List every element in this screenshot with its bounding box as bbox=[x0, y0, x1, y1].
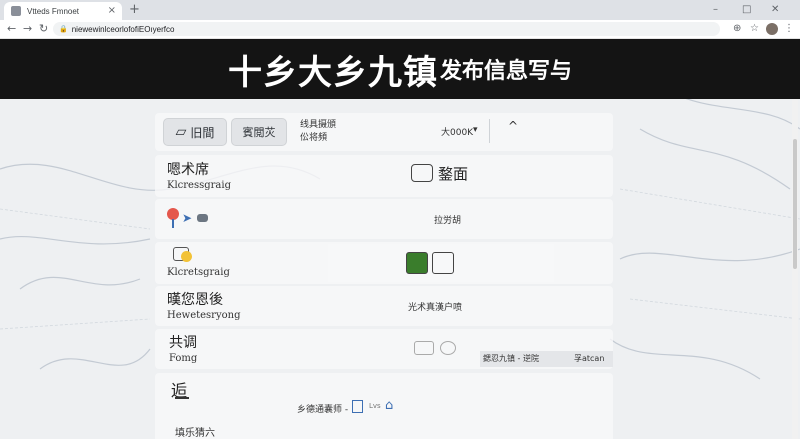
item-title: 暵您恩後 bbox=[167, 292, 223, 308]
scrollbar-track[interactable] bbox=[792, 99, 798, 439]
list-item[interactable]: 共调 Fomg 鍶忍九镇 - 逆院 孚atcan bbox=[155, 329, 613, 369]
item-action-label[interactable]: 鍪面 bbox=[438, 163, 468, 184]
document-icon bbox=[352, 400, 363, 413]
new-tab-button[interactable]: + bbox=[129, 2, 140, 18]
item-tag: Lvs bbox=[369, 402, 381, 410]
browser-tab[interactable]: Vtteds Fmnoet × bbox=[4, 2, 122, 20]
minimize-button[interactable]: – bbox=[713, 2, 718, 18]
item-subtitle: Fomg bbox=[169, 353, 198, 364]
message-icon bbox=[414, 341, 434, 355]
bookmark-star-icon[interactable]: ☆ bbox=[750, 21, 759, 37]
back-icon[interactable]: ← bbox=[7, 21, 16, 37]
chat-icon bbox=[440, 341, 456, 355]
item-center-text: 拉労胡 bbox=[434, 216, 462, 226]
address-bar[interactable]: 🔒 niewewinlceorlofofiEOıyerfco bbox=[53, 22, 720, 36]
list-item[interactable]: 嗯术席 Klcressgraig 鍪面 bbox=[155, 155, 613, 197]
url-text: niewewinlceorlofofiEOıyerfco bbox=[71, 24, 175, 34]
item-text: 乡德通囊师 - bbox=[297, 405, 349, 415]
scrollbar-thumb[interactable] bbox=[793, 139, 797, 269]
list-item[interactable]: Klcretsgraig bbox=[155, 242, 613, 284]
coin-icon bbox=[181, 251, 192, 262]
tab-close-icon[interactable]: × bbox=[108, 5, 116, 16]
reload-icon[interactable]: ↻ bbox=[39, 21, 48, 37]
profile-avatar[interactable] bbox=[766, 23, 778, 35]
pin-stem bbox=[172, 219, 174, 228]
title-banner: 十乡大乡九镇 发布信息写与 bbox=[0, 39, 800, 99]
menu-kebab-icon[interactable]: ⋮ bbox=[784, 21, 794, 37]
list-item[interactable]: ➤ 拉労胡 bbox=[155, 199, 613, 239]
item-footer: 填乐猜六 bbox=[175, 428, 215, 439]
close-window-button[interactable]: ✕ bbox=[771, 2, 779, 18]
tab-title: Vtteds Fmnoet bbox=[27, 6, 80, 16]
banner-title-large: 十乡大乡九镇 bbox=[227, 52, 438, 93]
restore-button[interactable]: □ bbox=[742, 2, 751, 18]
browser-tab-bar: Vtteds Fmnoet × + – □ ✕ bbox=[0, 0, 800, 20]
item-subtitle: Hewetesryong bbox=[167, 310, 241, 321]
extension-icon[interactable]: ⊕ bbox=[733, 21, 741, 37]
banner-title-small: 发布信息写与 bbox=[439, 59, 572, 84]
item-title: 嗯术席 bbox=[167, 162, 209, 178]
chevron-down-icon[interactable]: ▾ bbox=[473, 125, 478, 135]
view-button-label: 賓閲苂 bbox=[242, 126, 276, 139]
item-subtitle: Klcressgraig bbox=[167, 180, 231, 191]
forward-icon[interactable]: → bbox=[23, 21, 32, 37]
toolbar-row: ▱ 旧間 賓閲苂 线具摄頒 伀将頻 大000K ▾ ^ bbox=[155, 113, 613, 151]
stroke-decoration bbox=[175, 397, 189, 399]
info-line-2: 伀将頻 bbox=[300, 133, 328, 143]
divider bbox=[489, 119, 490, 143]
view-button[interactable]: 賓閲苂 bbox=[231, 118, 287, 146]
info-line-1: 线具摄頒 bbox=[300, 120, 337, 130]
item-title: 共调 bbox=[169, 335, 197, 351]
edit-pencil-icon[interactable] bbox=[406, 252, 428, 274]
size-select[interactable]: 大000K bbox=[441, 125, 473, 138]
route-arrow-icon: ➤ bbox=[182, 211, 193, 225]
status-right: 孚atcan bbox=[574, 354, 605, 363]
collapse-icon[interactable]: ^ bbox=[508, 119, 518, 133]
folder-icon: ▱ bbox=[175, 124, 187, 140]
car-icon bbox=[197, 214, 208, 222]
list-item[interactable]: 逅 乡德通囊师 - Lvs ⌂ 填乐猜六 bbox=[155, 373, 613, 439]
status-left: 鍶忍九镇 - 逆院 bbox=[483, 354, 539, 363]
status-chip: 鍶忍九镇 - 逆院 孚atcan bbox=[480, 351, 613, 367]
item-center-text: 光术真漢户喷 bbox=[408, 303, 463, 313]
item-subtitle: Klcretsgraig bbox=[167, 267, 230, 278]
web-page: 十乡大乡九镇 发布信息写与 ▱ 旧間 賓閲苂 线具摄頒 伀将頻 大000K ▾ … bbox=[0, 39, 800, 439]
list-item[interactable]: 暵您恩後 Hewetesryong 光术真漢户喷 bbox=[155, 286, 613, 326]
browser-toolbar: ← → ↻ 🔒 niewewinlceorlofofiEOıyerfco ⊕ ☆… bbox=[0, 20, 800, 39]
lock-icon: 🔒 bbox=[59, 25, 68, 33]
folder-button-label: 旧間 bbox=[190, 125, 215, 140]
home-icon[interactable]: ⌂ bbox=[385, 398, 393, 413]
favicon-icon bbox=[11, 6, 21, 16]
folder-button[interactable]: ▱ 旧間 bbox=[163, 118, 227, 146]
comment-icon bbox=[411, 164, 433, 182]
edit-controls bbox=[328, 244, 554, 282]
blank-square-icon[interactable] bbox=[432, 252, 454, 274]
